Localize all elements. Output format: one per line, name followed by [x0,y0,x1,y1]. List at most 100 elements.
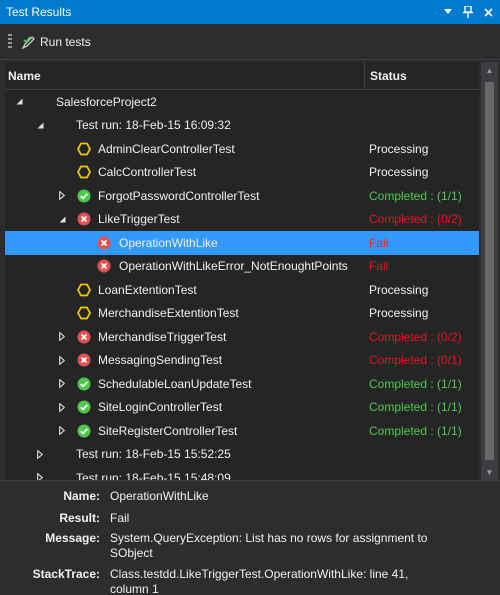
detail-message-label: Message: [45,531,100,545]
tree-row[interactable]: SiteLoginControllerTest Completed : (1/1) [5,396,479,420]
status-cell: Completed : (0/2) [369,329,462,344]
pending-icon [76,283,92,297]
collapsed-arrow-icon[interactable] [57,332,67,342]
run-tests-label: Run tests [40,34,91,49]
status-column-header[interactable]: Status [365,62,479,89]
status-cell: Processing [369,306,429,321]
expanded-arrow-icon[interactable] [57,214,67,224]
pending-icon [76,142,92,156]
row-label: ForgotPasswordControllerTest [98,188,260,203]
name-cell: MerchandiseTriggerTest [5,325,367,349]
name-cell: SchedulableLoanUpdateTest [5,372,367,396]
row-label: OperationWithLike [119,235,218,250]
vertical-scrollbar[interactable]: ▲ ▼ [481,62,498,480]
tree-row[interactable]: Test run: 18-Feb-15 16:09:32 [5,114,479,138]
passed-icon [77,424,91,438]
status-cell: Completed : (0/2) [369,212,462,227]
tree-row[interactable]: SalesforceProject2 [5,90,479,114]
scrollbar-thumb[interactable] [485,82,494,460]
failed-icon [77,330,91,344]
passed-icon [77,400,91,414]
status-cell: Completed : (1/1) [369,400,462,415]
row-label: LikeTriggerTest [98,212,180,227]
tree-row[interactable]: OperationWithLike Fail [5,231,479,255]
tree-row[interactable]: Test run: 18-Feb-15 15:52:25 [5,443,479,467]
expanded-arrow-icon[interactable] [14,97,24,107]
name-cell: SiteRegisterControllerTest [5,419,367,443]
name-cell: Test run: 18-Feb-15 15:52:25 [5,443,367,467]
tree-row[interactable]: ForgotPasswordControllerTest Completed : … [5,184,479,208]
detail-stacktrace-row: StackTrace: Class.testdd.LikeTriggerTest… [0,567,500,595]
failed-icon [77,353,91,367]
tree-row[interactable]: SiteRegisterControllerTest Completed : (1… [5,419,479,443]
detail-name-row: Name: OperationWithLike [0,489,500,504]
tree-row[interactable]: LoanExtentionTest Processing [5,278,479,302]
detail-name-value: OperationWithLike [110,489,209,503]
tree-row[interactable]: OperationWithLikeError_NotEnoughtPoints F… [5,255,479,279]
tree-rows: SalesforceProject2 Test run: 18-Feb-15 16… [5,90,479,480]
name-cell: CalcControllerTest [5,161,367,185]
name-cell: Test run: 18-Feb-15 16:09:32 [5,114,367,138]
close-icon[interactable] [480,4,496,20]
column-headers: Name Status [5,62,479,90]
status-cell: Completed : (1/1) [369,423,462,438]
collapsed-arrow-icon[interactable] [57,402,67,412]
name-cell: Test run: 18-Feb-15 15:48:09 [5,466,367,480]
status-cell: Completed : (0/1) [369,353,462,368]
expanded-arrow-icon[interactable] [35,120,45,130]
row-label: MessagingSendingTest [98,353,223,368]
row-label: MerchandiseTriggerTest [98,329,227,344]
row-label: Test run: 18-Feb-15 15:48:09 [76,470,231,480]
toolbar-grip[interactable] [8,33,12,50]
collapsed-arrow-icon[interactable] [57,379,67,389]
row-label: SchedulableLoanUpdateTest [98,376,252,391]
run-tests-icon [22,35,35,49]
title-bar: Test Results [0,0,500,24]
status-cell: Completed : (1/1) [369,376,462,391]
tree-row[interactable]: MessagingSendingTest Completed : (0/1) [5,349,479,373]
detail-result-row: Result: Fail [0,511,500,526]
status-cell: Processing [369,165,429,180]
collapsed-arrow-icon[interactable] [57,355,67,365]
detail-name-label: Name: [63,489,100,503]
row-label: AdminClearControllerTest [98,141,235,156]
detail-message-value: System.QueryException: List has no rows … [110,531,428,560]
name-column-header[interactable]: Name [5,62,365,89]
tree-row[interactable]: LikeTriggerTest Completed : (0/2) [5,208,479,232]
pin-icon[interactable] [460,4,476,20]
tree-row[interactable]: AdminClearControllerTest Processing [5,137,479,161]
name-cell: SiteLoginControllerTest [5,396,367,420]
status-cell: Fail [369,259,389,274]
window-title: Test Results [6,5,72,19]
tree-row[interactable]: MerchandiseExtentionTest Processing [5,302,479,326]
row-label: Test run: 18-Feb-15 15:52:25 [76,447,231,462]
name-cell: SalesforceProject2 [5,90,367,114]
details-pane: Name: OperationWithLike Result: Fail Mes… [0,480,500,595]
run-tests-button[interactable]: Run tests [22,35,91,49]
scroll-down-icon[interactable]: ▼ [481,464,498,480]
name-cell: AdminClearControllerTest [5,137,367,161]
row-label: LoanExtentionTest [98,282,197,297]
dropdown-icon[interactable] [440,4,456,20]
row-label: OperationWithLikeError_NotEnoughtPoints [119,259,348,274]
tree-row[interactable]: SchedulableLoanUpdateTest Completed : (1/… [5,372,479,396]
name-cell: ForgotPasswordControllerTest [5,184,367,208]
tree-row[interactable]: Test run: 18-Feb-15 15:48:09 [5,466,479,480]
collapsed-arrow-icon[interactable] [57,426,67,436]
tree-row[interactable]: MerchandiseTriggerTest Completed : (0/2) [5,325,479,349]
scroll-up-icon[interactable]: ▲ [481,62,498,78]
row-label: CalcControllerTest [98,165,197,180]
pending-icon [76,306,92,320]
row-label: SiteRegisterControllerTest [98,423,238,438]
collapsed-arrow-icon[interactable] [35,473,45,480]
name-cell: MerchandiseExtentionTest [5,302,367,326]
row-label: SalesforceProject2 [56,94,157,109]
collapsed-arrow-icon[interactable] [57,191,67,201]
tree-row[interactable]: CalcControllerTest Processing [5,161,479,185]
failed-icon [97,236,111,250]
status-cell: Processing [369,141,429,156]
name-cell: MessagingSendingTest [5,349,367,373]
name-cell: LikeTriggerTest [5,208,367,232]
status-cell: Processing [369,282,429,297]
collapsed-arrow-icon[interactable] [35,449,45,459]
